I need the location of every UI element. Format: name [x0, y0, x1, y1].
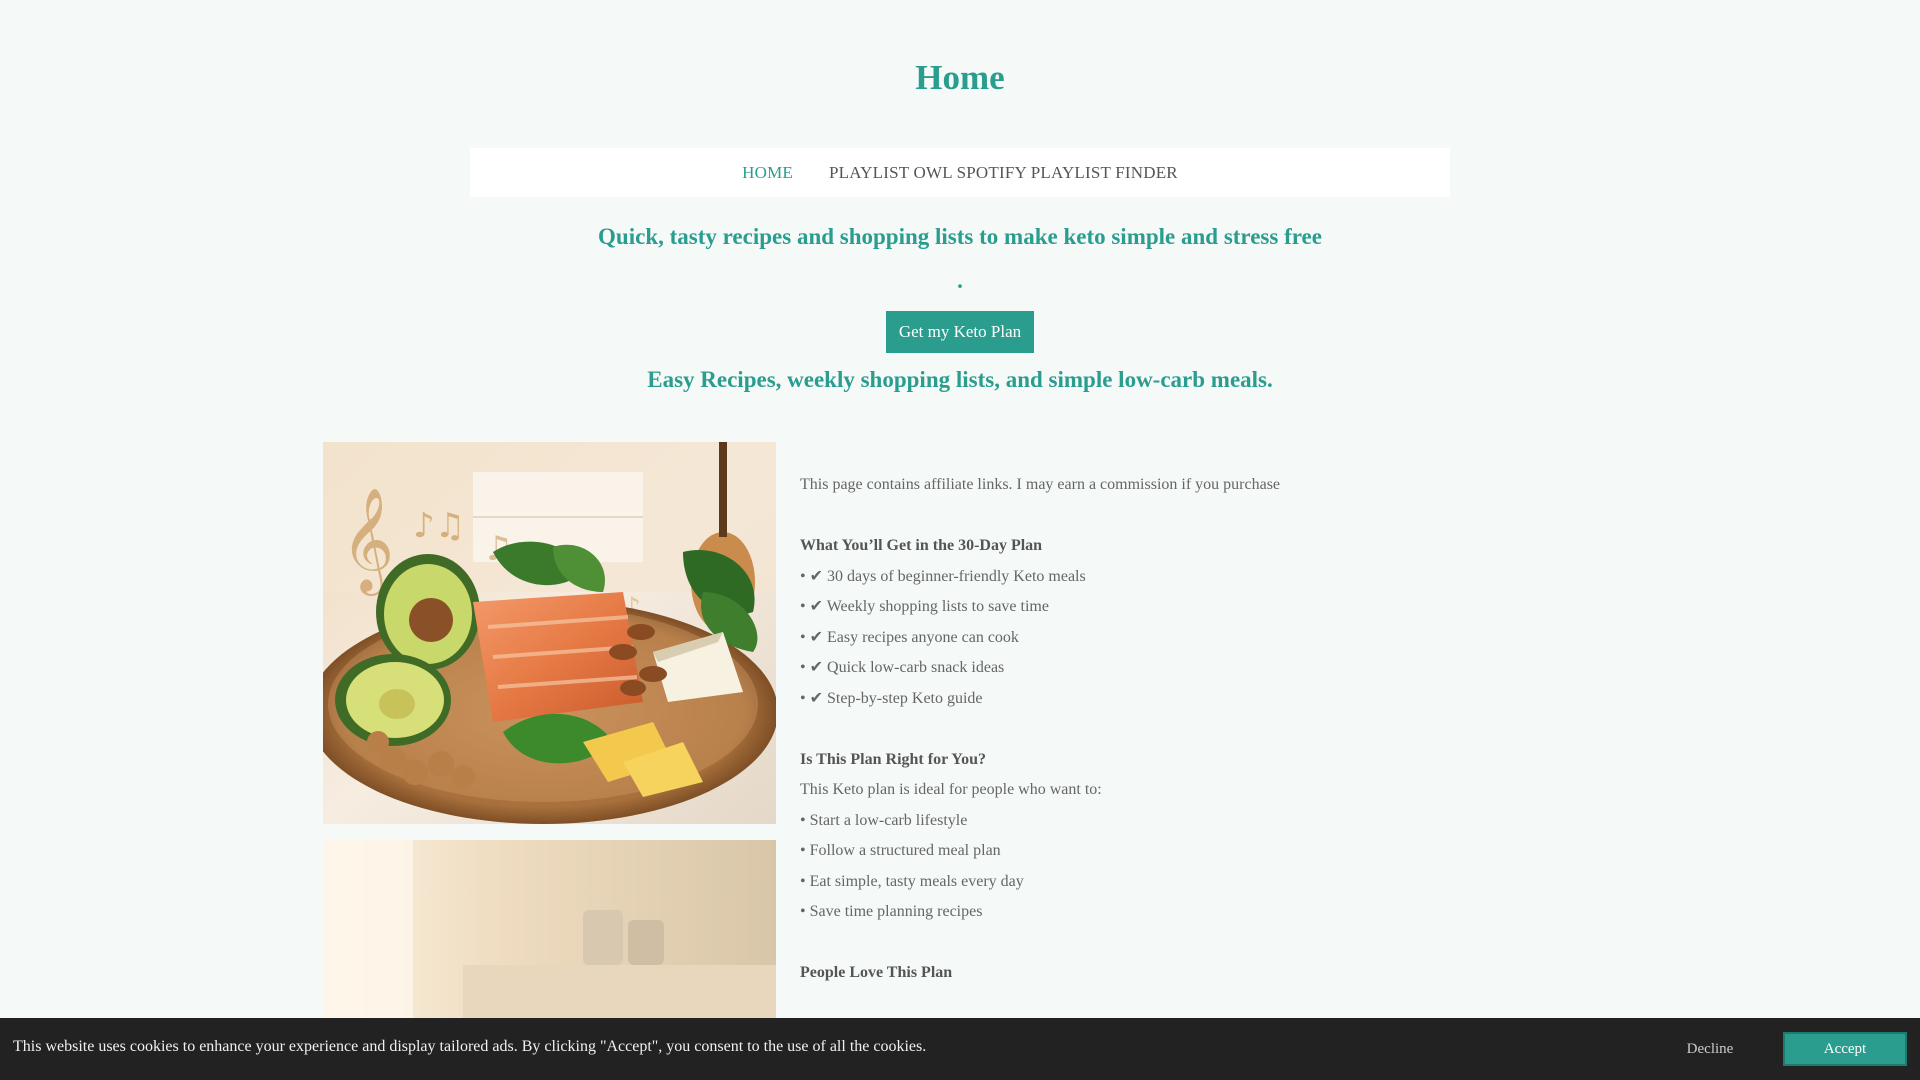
main-nav: HOME PLAYLIST OWL SPOTIFY PLAYLIST FINDE… — [470, 148, 1450, 197]
svg-text:♪♫: ♪♫ — [413, 506, 465, 546]
fit-heading: Is This Plan Right for You? — [800, 750, 986, 768]
affiliate-disclaimer: This page contains affiliate links. I ma… — [800, 476, 1281, 493]
fit-intro: This Keto plan is ideal for people who w… — [800, 781, 1102, 798]
plan-item: • ✔ 30 days of beginner-friendly Keto me… — [800, 567, 1086, 585]
decline-button[interactable]: Decline — [1660, 1033, 1760, 1065]
hero-tagline: Quick, tasty recipes and shopping lists … — [598, 224, 1322, 249]
plan-item: • ✔ Easy recipes anyone can cook — [800, 628, 1019, 646]
fit-item: • Follow a structured meal plan — [800, 842, 1001, 859]
cookie-banner: This website uses cookies to enhance you… — [0, 1018, 1920, 1080]
fit-item: • Start a low-carb lifestyle — [800, 811, 968, 829]
hero-subtagline: Easy Recipes, weekly shopping lists, and… — [647, 367, 1273, 392]
accept-button[interactable]: Accept — [1783, 1032, 1907, 1066]
site-title: Home — [915, 58, 1005, 97]
main-content: This page contains affiliate links. I ma… — [800, 470, 1420, 989]
keto-food-image: 𝄞 ♪♫ ♫ ♪ — [323, 442, 776, 824]
plan-item: • ✔ Step-by-step Keto guide — [800, 689, 983, 707]
plan-heading: What You’ll Get in the 30-Day Plan — [800, 537, 1043, 554]
nav-item-home[interactable]: HOME — [742, 163, 793, 183]
plan-item: • ✔ Quick low-carb snack ideas — [800, 659, 1005, 676]
testimonials-heading: People Love This Plan — [800, 964, 953, 981]
cookie-message: This website uses cookies to enhance you… — [13, 1038, 927, 1055]
nav-item-playlist-owl[interactable]: PLAYLIST OWL SPOTIFY PLAYLIST FINDER — [829, 163, 1178, 183]
plan-item: • ✔ Weekly shopping lists to save time — [800, 598, 1049, 615]
fit-item: • Eat simple, tasty meals every day — [800, 872, 1024, 890]
kitchen-image — [323, 840, 776, 1020]
hero-dot: . — [957, 268, 963, 293]
get-keto-plan-button[interactable]: Get my Keto Plan — [886, 311, 1034, 353]
fit-item: • Save time planning recipes — [800, 903, 983, 920]
